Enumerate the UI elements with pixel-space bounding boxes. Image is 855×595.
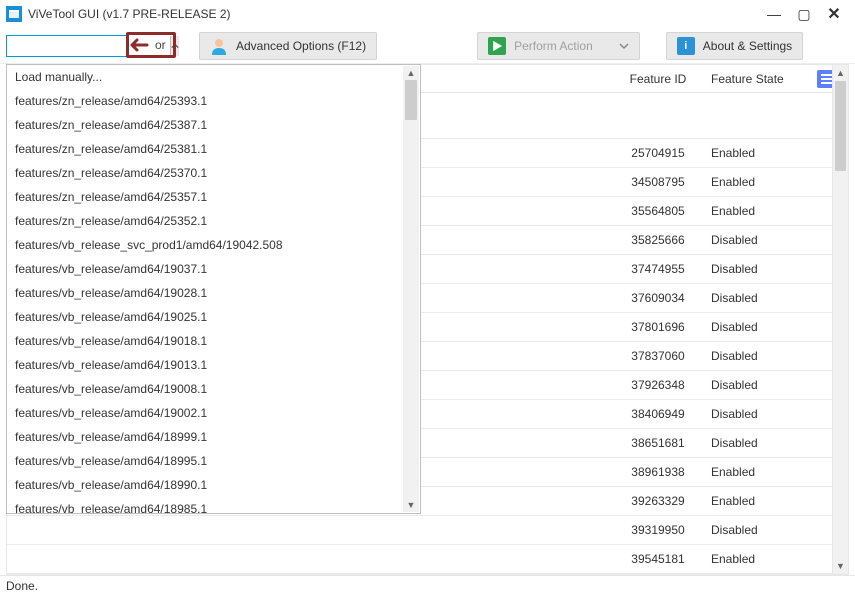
table-row[interactable]: 39545181Enabled [7, 545, 848, 574]
dropdown-item[interactable]: features/zn_release/amd64/25387.1 [7, 113, 420, 137]
minimize-button[interactable]: — [759, 4, 789, 24]
titlebar: ViVeTool GUI (v1.7 PRE-RELEASE 2) — ▢ ✕ [0, 0, 855, 28]
toolbar: or Advanced Options (F12) Perform Action… [0, 28, 855, 64]
scroll-thumb[interactable] [835, 81, 846, 171]
content-area: Feature ID Feature State 25704915Enabled… [0, 64, 855, 575]
scroll-down-icon[interactable]: ▼ [833, 558, 848, 574]
perform-action-button[interactable]: Perform Action [477, 32, 640, 60]
about-settings-button[interactable]: i About & Settings [666, 32, 803, 60]
dropdown-item[interactable]: features/vb_release/amd64/19025.1 [7, 305, 420, 329]
dropdown-item[interactable]: features/zn_release/amd64/25370.1 [7, 161, 420, 185]
perform-action-label: Perform Action [514, 39, 593, 53]
status-text: Done. [6, 579, 38, 593]
about-settings-label: About & Settings [703, 39, 792, 53]
scroll-up-icon[interactable]: ▲ [403, 66, 419, 80]
col-feature-state[interactable]: Feature State [703, 65, 808, 92]
close-button[interactable]: ✕ [819, 4, 849, 24]
or-label: or [155, 38, 166, 52]
dropdown-item[interactable]: features/zn_release/amd64/25393.1 [7, 89, 420, 113]
statusbar: Done. [0, 575, 855, 595]
dropdown-item[interactable]: features/vb_release/amd64/19002.1 [7, 401, 420, 425]
dropdown-item[interactable]: features/vb_release/amd64/18985.1 [7, 497, 420, 514]
table-scrollbar[interactable]: ▲ ▼ [832, 65, 848, 574]
window-title: ViVeTool GUI (v1.7 PRE-RELEASE 2) [28, 7, 759, 21]
dropdown-item[interactable]: features/vb_release/amd64/19018.1 [7, 329, 420, 353]
col-feature-id[interactable]: Feature ID [613, 65, 703, 92]
scroll-down-icon[interactable]: ▼ [403, 498, 419, 512]
scroll-thumb[interactable] [405, 80, 417, 120]
dropdown-item[interactable]: features/vb_release_svc_prod1/amd64/1904… [7, 233, 420, 257]
dropdown-item[interactable]: features/vb_release/amd64/19013.1 [7, 353, 420, 377]
arrow-left-icon [127, 36, 149, 54]
dropdown-item[interactable]: features/vb_release/amd64/19037.1 [7, 257, 420, 281]
dropdown-scrollbar[interactable]: ▲ ▼ [403, 66, 419, 512]
dropdown-item[interactable]: Load manually... [7, 65, 420, 89]
info-icon: i [677, 37, 695, 55]
advanced-options-button[interactable]: Advanced Options (F12) [199, 32, 377, 60]
build-dropdown: Load manually...features/zn_release/amd6… [6, 64, 421, 514]
chevron-down-icon [619, 41, 629, 51]
dropdown-item[interactable]: features/zn_release/amd64/25357.1 [7, 185, 420, 209]
scroll-up-icon[interactable]: ▲ [833, 65, 848, 81]
user-icon [210, 37, 228, 55]
dropdown-item[interactable]: features/vb_release/amd64/18999.1 [7, 425, 420, 449]
dropdown-item[interactable]: features/vb_release/amd64/18995.1 [7, 449, 420, 473]
app-icon [6, 6, 22, 22]
play-icon [488, 37, 506, 55]
dropdown-item[interactable]: features/zn_release/amd64/25352.1 [7, 209, 420, 233]
maximize-button[interactable]: ▢ [789, 4, 819, 24]
build-combobox[interactable] [6, 35, 127, 57]
table-row[interactable]: 39319950Disabled [7, 516, 848, 545]
dropdown-item[interactable]: features/vb_release/amd64/19008.1 [7, 377, 420, 401]
annotation-arrow: or [126, 32, 176, 58]
dropdown-item[interactable]: features/zn_release/amd64/25381.1 [7, 137, 420, 161]
advanced-options-label: Advanced Options (F12) [236, 39, 366, 53]
dropdown-item[interactable]: features/vb_release/amd64/18990.1 [7, 473, 420, 497]
dropdown-item[interactable]: features/vb_release/amd64/19028.1 [7, 281, 420, 305]
